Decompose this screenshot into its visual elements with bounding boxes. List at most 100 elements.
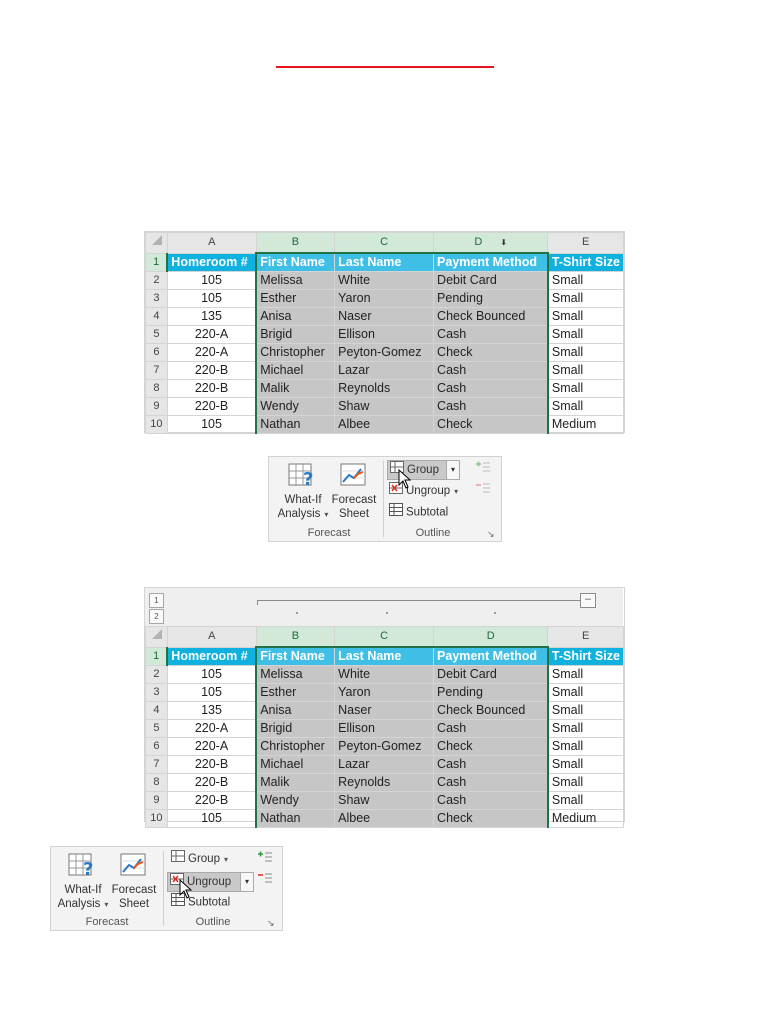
- table-cell[interactable]: Medium: [547, 415, 624, 434]
- table-cell[interactable]: Esther: [255, 289, 336, 308]
- table-cell[interactable]: Cash: [433, 379, 549, 398]
- table-cell[interactable]: Michael: [255, 755, 336, 774]
- table-cell[interactable]: Small: [547, 289, 624, 308]
- column-header-a[interactable]: A: [166, 232, 257, 254]
- table-cell[interactable]: Pending: [433, 289, 549, 308]
- table-cell[interactable]: Naser: [334, 701, 435, 720]
- table-cell[interactable]: Small: [547, 397, 624, 416]
- column-header-b[interactable]: B: [255, 232, 336, 254]
- table-cell[interactable]: 105: [166, 271, 257, 290]
- table-cell[interactable]: Pending: [433, 683, 549, 702]
- what-if-analysis-button[interactable]: ? What-If Analysis ▾: [57, 851, 109, 912]
- column-header-d[interactable]: D ⬇: [433, 232, 549, 254]
- table-cell[interactable]: Small: [547, 665, 624, 684]
- table-cell[interactable]: Malik: [255, 773, 336, 792]
- table-cell[interactable]: 220-B: [166, 755, 257, 774]
- row-header[interactable]: 4: [145, 701, 168, 720]
- table-cell[interactable]: 220-B: [166, 397, 257, 416]
- row-header[interactable]: 3: [145, 683, 168, 702]
- table-cell[interactable]: 135: [166, 701, 257, 720]
- table-cell[interactable]: Albee: [334, 415, 435, 434]
- table-cell[interactable]: Nathan: [255, 809, 336, 828]
- table-cell[interactable]: Small: [547, 271, 624, 290]
- row-header[interactable]: 6: [145, 343, 168, 362]
- table-header-cell[interactable]: T-Shirt Size: [547, 252, 624, 272]
- row-header[interactable]: 8: [145, 773, 168, 792]
- table-cell[interactable]: Small: [547, 683, 624, 702]
- table-cell[interactable]: Small: [547, 719, 624, 738]
- forecast-sheet-button[interactable]: Forecast Sheet: [329, 461, 379, 521]
- table-cell[interactable]: Reynolds: [334, 773, 435, 792]
- table-cell[interactable]: Lazar: [334, 755, 435, 774]
- table-cell[interactable]: Small: [547, 791, 624, 810]
- table-cell[interactable]: Reynolds: [334, 379, 435, 398]
- table-header-cell[interactable]: Last Name: [334, 252, 435, 272]
- table-header-cell[interactable]: Payment Method: [433, 646, 549, 666]
- table-cell[interactable]: 105: [166, 665, 257, 684]
- table-cell[interactable]: White: [334, 665, 435, 684]
- table-cell[interactable]: Esther: [255, 683, 336, 702]
- table-cell[interactable]: Yaron: [334, 289, 435, 308]
- table-cell[interactable]: 220-B: [166, 379, 257, 398]
- row-header[interactable]: 7: [145, 361, 168, 380]
- table-cell[interactable]: Christopher: [255, 737, 336, 756]
- column-header-e[interactable]: E: [547, 232, 624, 254]
- dialog-launcher-icon[interactable]: ↘: [267, 918, 275, 929]
- row-header[interactable]: 4: [145, 307, 168, 326]
- column-header-e[interactable]: E: [547, 626, 624, 648]
- column-header-d[interactable]: D: [433, 626, 549, 648]
- table-header-cell[interactable]: T-Shirt Size: [547, 646, 624, 666]
- table-cell[interactable]: Cash: [433, 773, 549, 792]
- table-cell[interactable]: Ellison: [334, 325, 435, 344]
- table-cell[interactable]: Lazar: [334, 361, 435, 380]
- table-cell[interactable]: Melissa: [255, 271, 336, 290]
- table-cell[interactable]: 220-A: [166, 325, 257, 344]
- table-cell[interactable]: Peyton-Gomez: [334, 737, 435, 756]
- table-cell[interactable]: Michael: [255, 361, 336, 380]
- table-cell[interactable]: Yaron: [334, 683, 435, 702]
- row-header[interactable]: 9: [145, 791, 168, 810]
- table-cell[interactable]: Small: [547, 379, 624, 398]
- table-cell[interactable]: 220-A: [166, 737, 257, 756]
- table-header-cell[interactable]: First Name: [255, 252, 336, 272]
- show-detail-icon[interactable]: [257, 851, 273, 868]
- table-cell[interactable]: 220-B: [166, 361, 257, 380]
- row-header[interactable]: 1: [145, 646, 169, 666]
- table-cell[interactable]: Check: [433, 809, 549, 828]
- table-cell[interactable]: 220-A: [166, 343, 257, 362]
- what-if-analysis-button[interactable]: ? What-If Analysis ▾: [277, 461, 329, 522]
- row-header[interactable]: 8: [145, 379, 168, 398]
- table-cell[interactable]: Check Bounced: [433, 701, 549, 720]
- table-cell[interactable]: Nathan: [255, 415, 336, 434]
- table-cell[interactable]: Christopher: [255, 343, 336, 362]
- outline-level-1-button[interactable]: 1: [149, 593, 164, 608]
- column-header-c[interactable]: C: [334, 232, 435, 254]
- table-cell[interactable]: Small: [547, 361, 624, 380]
- forecast-sheet-button[interactable]: Forecast Sheet: [109, 851, 159, 911]
- table-cell[interactable]: 220-A: [166, 719, 257, 738]
- table-cell[interactable]: Wendy: [255, 791, 336, 810]
- table-cell[interactable]: Wendy: [255, 397, 336, 416]
- row-header[interactable]: 2: [145, 271, 168, 290]
- table-cell[interactable]: Debit Card: [433, 665, 549, 684]
- table-cell[interactable]: Small: [547, 737, 624, 756]
- table-cell[interactable]: Shaw: [334, 791, 435, 810]
- table-cell[interactable]: Cash: [433, 361, 549, 380]
- table-cell[interactable]: Check: [433, 415, 549, 434]
- row-header[interactable]: 5: [145, 719, 168, 738]
- table-cell[interactable]: 105: [166, 415, 257, 434]
- table-cell[interactable]: Brigid: [255, 325, 336, 344]
- group-dropdown-button[interactable]: ▾: [446, 460, 460, 480]
- table-cell[interactable]: Cash: [433, 719, 549, 738]
- table-cell[interactable]: 220-B: [166, 773, 257, 792]
- table-header-cell[interactable]: First Name: [255, 646, 336, 666]
- table-cell[interactable]: Medium: [547, 809, 624, 828]
- table-cell[interactable]: Albee: [334, 809, 435, 828]
- table-cell[interactable]: Cash: [433, 325, 549, 344]
- outline-level-2-button[interactable]: 2: [149, 609, 164, 624]
- column-header-c[interactable]: C: [334, 626, 435, 648]
- table-cell[interactable]: 220-B: [166, 791, 257, 810]
- table-cell[interactable]: Shaw: [334, 397, 435, 416]
- row-header[interactable]: 10: [145, 809, 168, 828]
- table-cell[interactable]: Malik: [255, 379, 336, 398]
